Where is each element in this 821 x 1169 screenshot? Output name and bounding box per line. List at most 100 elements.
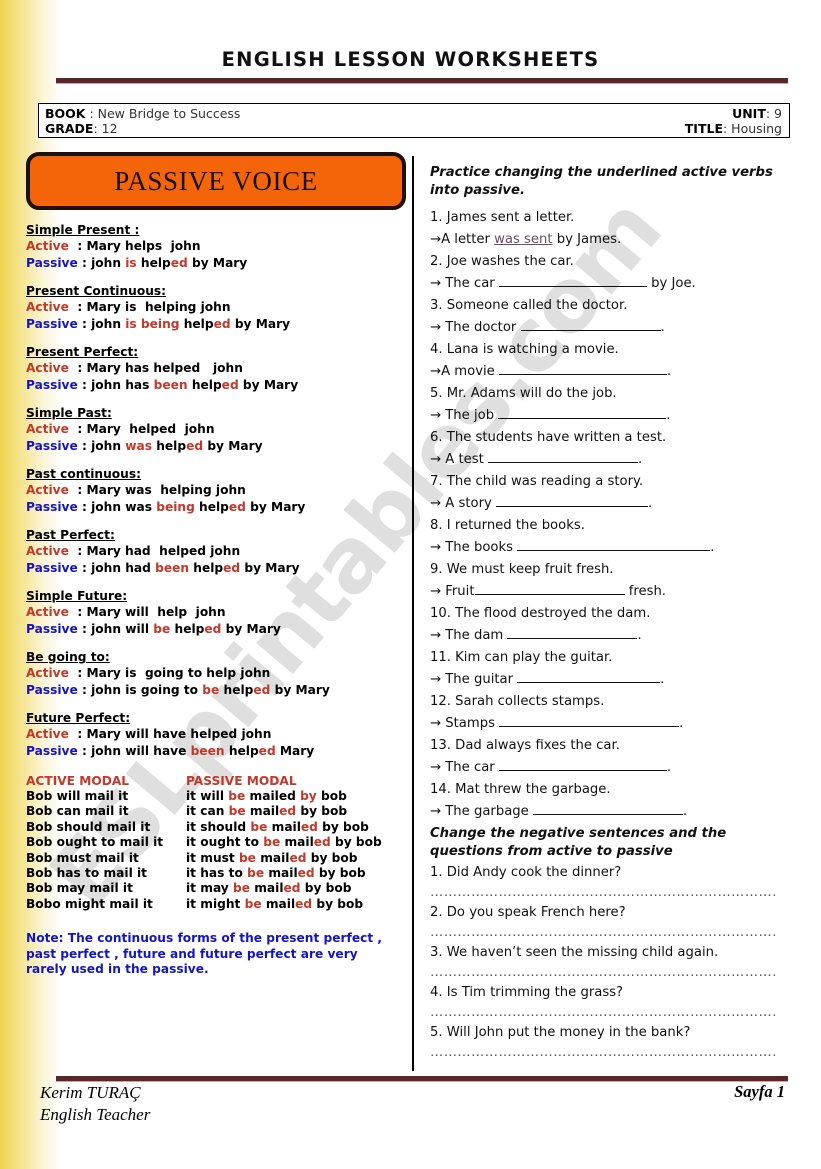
modal-table-header: ACTIVE MODAL PASSIVE MODAL [26,774,406,788]
arrow-icon: → [430,496,442,511]
modal-row: Bob ought to mail it it ought to be maile… [26,835,406,850]
exercise-answer-line[interactable]: → The car by Joe. [430,273,790,295]
exercise-question: 7. The child was reading a story. [430,474,644,489]
answer-blank[interactable] [498,757,667,771]
exercise-answer-line[interactable]: →A movie . [430,361,790,383]
answer-blank[interactable] [499,713,680,727]
modal-passive-cell: it must be mailed by bob [186,850,358,865]
active-label: Active [26,605,69,619]
modal-row: Bob may mail it it may be mailed by bob [26,881,406,896]
active-label: Active [26,239,69,253]
modal-passive-cell: it might be mailed by bob [186,896,364,911]
active-example-line: Active : Mary has helped john [26,360,406,377]
exercise-list: 1. James sent a letter. →A letter was sen… [430,207,790,823]
answer-blank[interactable] [517,537,711,551]
exercise-answer-line[interactable]: → A story . [430,493,790,515]
tense-heading: Present Continuous: [26,284,167,298]
left-column: PASSIVE VOICE Simple Present : Active : M… [26,152,406,978]
title-meta: TITLE: Housing [685,121,782,136]
exercise-question: 6. The students have written a test. [430,430,667,445]
exercise-answer-line[interactable]: → The books . [430,537,790,559]
passive-sentence: : john is going to be helped by Mary [77,682,330,697]
tense-heading: Simple Past: [26,406,112,420]
passive-example-line: Passive : john is being helped by Mary [26,316,406,333]
exercise-answer-line[interactable]: →A letter was sent by James. [430,229,790,251]
modal-passive-cell: it may be mailed by bob [186,881,352,896]
exercise-answer-line[interactable]: → Fruit fresh. [430,581,790,603]
exercise-answer-line[interactable]: → Stamps . [430,713,790,735]
column-divider [412,156,414,1071]
modal-table: ACTIVE MODAL PASSIVE MODAL Bob will mail… [26,774,406,912]
answer-blank[interactable] [507,625,638,639]
passive-example-line: Passive : john has been helped by Mary [26,377,406,394]
answer-blank[interactable] [488,449,638,463]
transform-question: 4. Is Tim trimming the grass? [430,985,624,1000]
answer-dotted-line[interactable]: …………………………………………………………………………………………………………… [430,963,775,982]
answer-dotted-line[interactable]: …………………………………………………………………………………………………………… [430,923,775,942]
active-modal-header: ACTIVE MODAL [26,774,130,788]
passive-example-line: Passive : john was helped by Mary [26,438,406,455]
book-meta: BOOK : New Bridge to Success [45,106,240,121]
answer-blank[interactable] [498,361,667,375]
answer-blank[interactable] [517,669,661,683]
tense-heading: Present Perfect: [26,345,139,359]
answer-blank[interactable] [474,581,625,595]
answer-dotted-line[interactable]: …………………………………………………………………………………………………………… [430,1043,775,1062]
arrow-icon: → [430,628,442,643]
exercise-answer-line[interactable]: → The guitar . [430,669,790,691]
modal-passive-cell: it ought to be mailed by bob [186,835,382,850]
worksheet-meta-box: BOOK : New Bridge to Success UNIT: 9 GRA… [38,103,790,138]
answer-dotted-line[interactable]: …………………………………………………………………………………………………………… [430,883,775,902]
modal-active-cell: Bobo might mail it [26,896,153,911]
exercise-answer-line[interactable]: → The doctor . [430,317,790,339]
active-example-line: Active : Mary had helped john [26,543,406,560]
modal-active-cell: Bob will mail it [26,789,129,803]
passive-label: Passive [26,438,78,453]
answer-dotted-line[interactable]: …………………………………………………………………………………………………………… [430,1003,775,1022]
arrow-icon: → [430,232,442,247]
tense-block: Simple Future: Active : Mary will help jo… [26,589,406,637]
exercise-question: 9. We must keep fruit fresh. [430,562,614,577]
passive-example-line: Passive : john had been helped by Mary [26,560,406,577]
transform-question: 5. Will John put the money in the bank? [430,1025,691,1040]
footer: Kerim TURAÇ English Teacher Sayfa 1 [0,1082,821,1142]
passive-example-line: Passive : john will be helped by Mary [26,621,406,638]
answer-blank[interactable] [496,493,648,507]
passive-modal-header: PASSIVE MODAL [186,774,297,788]
transform-question: 2. Do you speak French here? [430,905,626,920]
exercise-answer-line[interactable]: → A test . [430,449,790,471]
active-example-line: Active : Mary is going to help john [26,665,406,682]
active-example-line: Active : Mary was helping john [26,482,406,499]
unit-value: : 9 [765,106,782,121]
exercise-question: 14. Mat threw the garbage. [430,782,611,797]
passive-sentence: : john had been helped by Mary [77,560,300,575]
passive-sentence: : john is helped by Mary [77,255,248,270]
passive-note: Note: The continuous forms of the presen… [26,931,383,977]
active-example-line: Active : Mary helped john [26,421,406,438]
exercise-answer-line[interactable]: → The car . [430,757,790,779]
modal-active-cell: Bob may mail it [26,881,133,896]
title-label: TITLE [684,121,723,136]
modal-passive-cell: it should be mailed by bob [186,819,369,834]
answer-blank[interactable] [520,317,661,331]
passive-sentence: : john will have been helped Mary [77,743,315,758]
right-column: Practice changing the underlined active … [430,164,790,1062]
exercise-answer-line[interactable]: → The dam . [430,625,790,647]
unit-label: UNIT [732,106,766,121]
answer-blank[interactable] [498,273,647,287]
active-sentence: : Mary was helping john [68,483,246,497]
answer-blank[interactable] [498,405,667,419]
tense-heading: Past Perfect: [26,528,115,542]
page-title: ENGLISH LESSON WORKSHEETS [221,48,600,71]
active-label: Active [26,300,69,314]
active-sentence: : Mary will have helped john [68,727,272,741]
tense-list: Simple Present : Active : Mary helps john… [26,223,406,759]
answer-blank[interactable] [532,801,683,815]
exercise-answer-line[interactable]: → The job . [430,405,790,427]
active-sentence: : Mary helped john [68,422,215,436]
exercise-answer-line[interactable]: → The garbage . [430,801,790,823]
active-label: Active [26,483,69,497]
active-example-line: Active : Mary will have helped john [26,726,406,743]
modal-active-cell: Bob ought to mail it [26,835,164,850]
passive-example-line: Passive : john was being helped by Mary [26,499,406,516]
